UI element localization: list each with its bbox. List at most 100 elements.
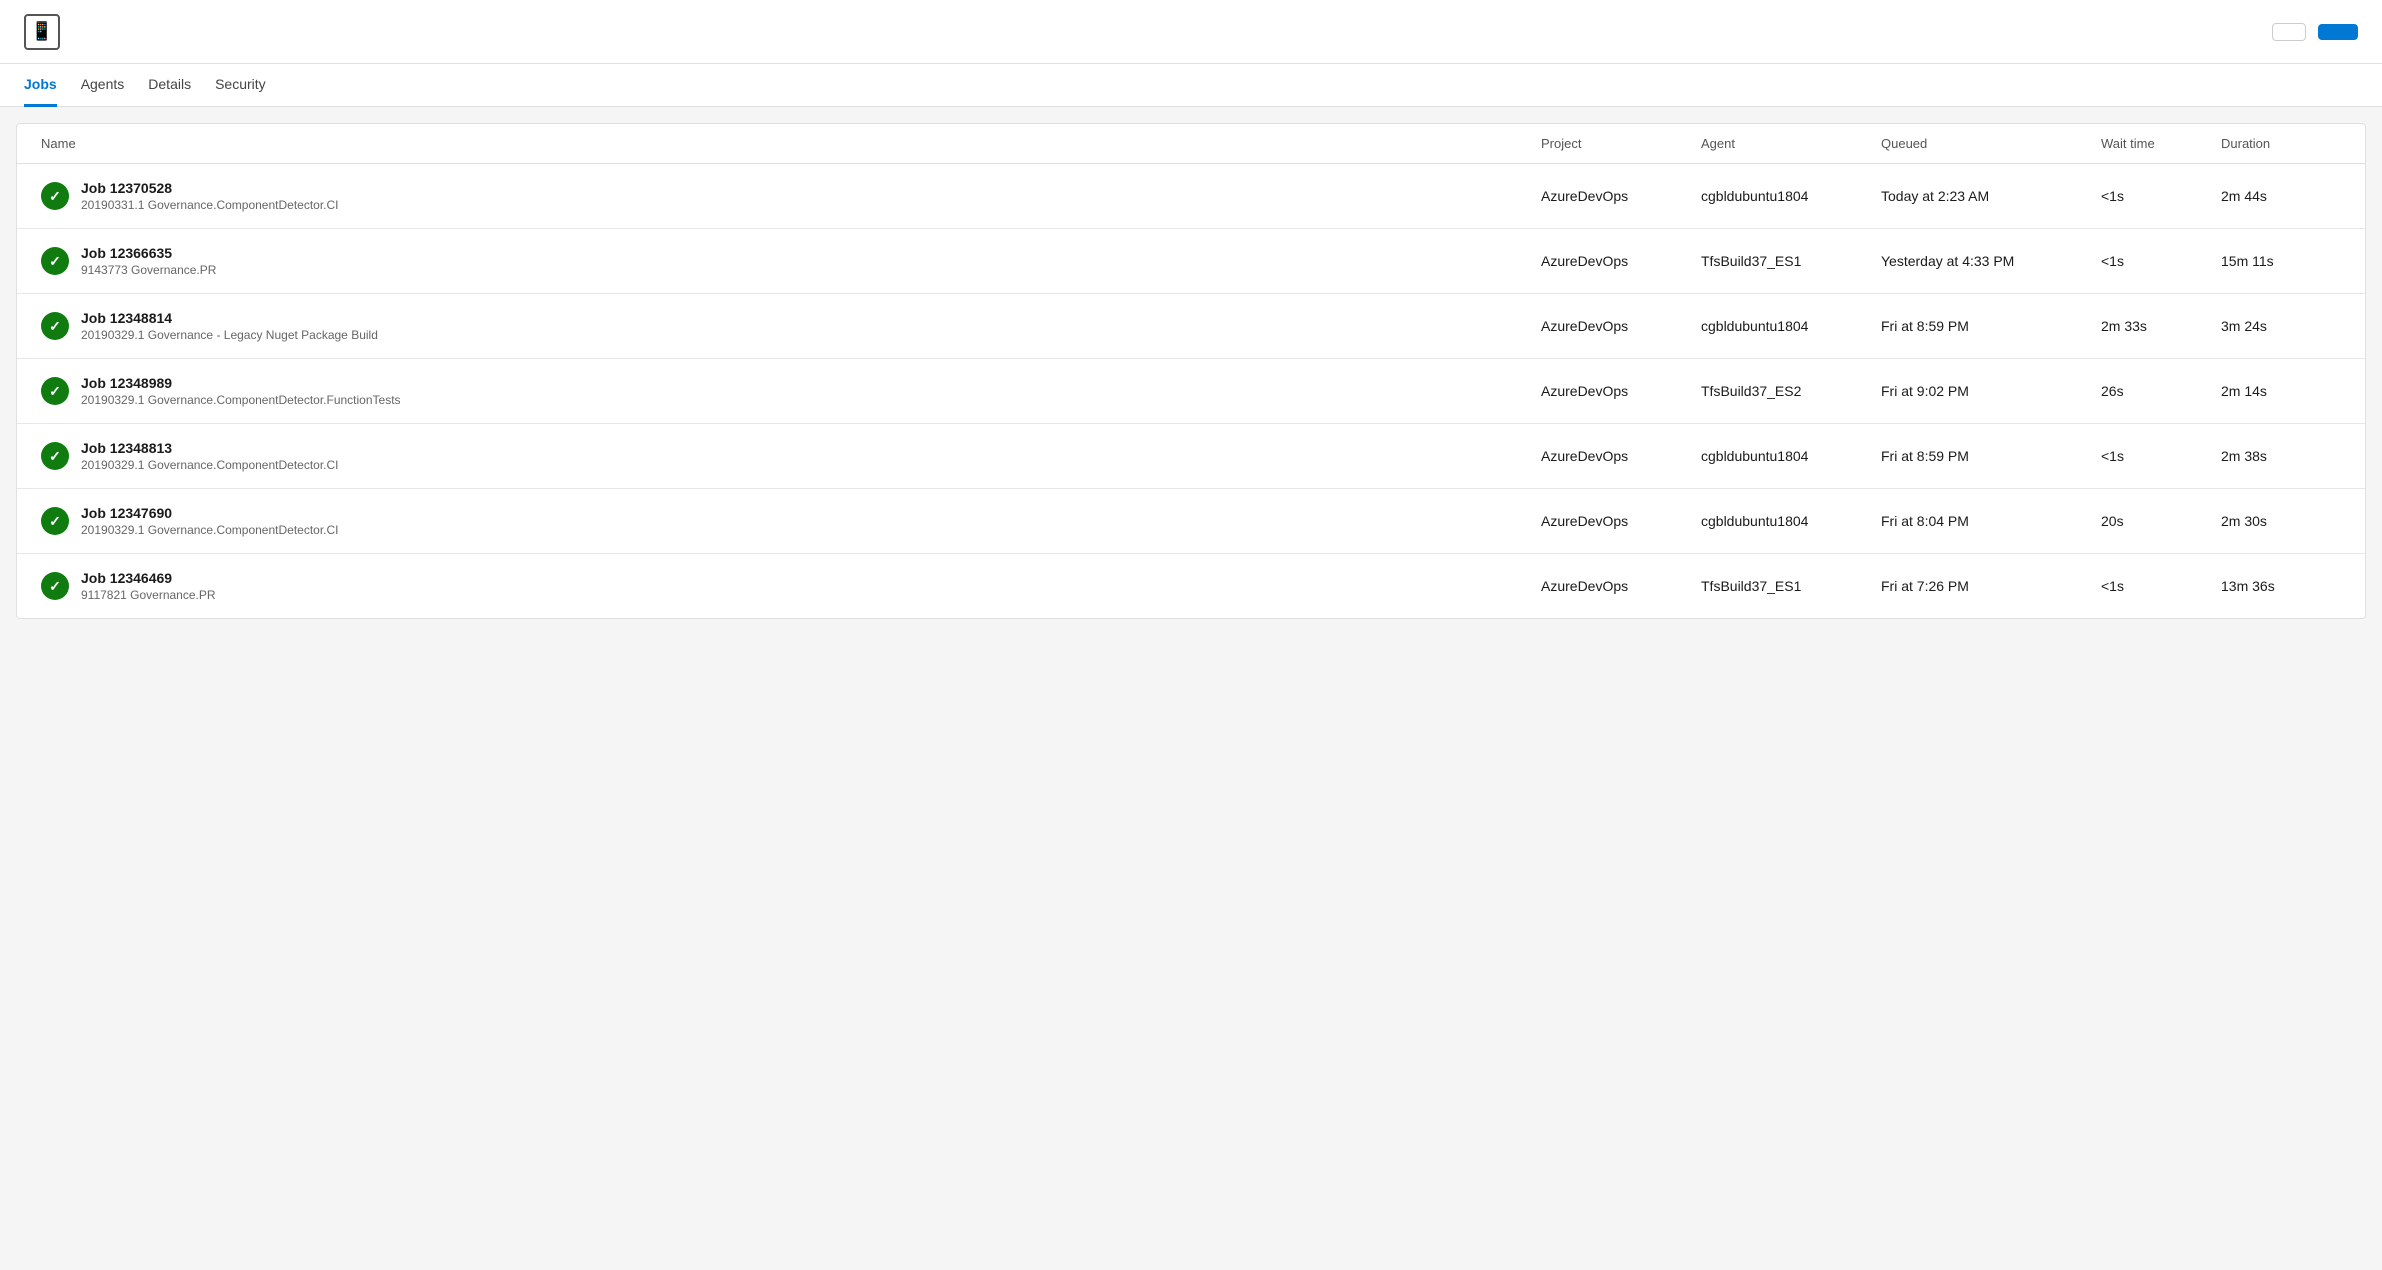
job-meta: 20190329.1 Governance.ComponentDetector.…: [81, 523, 339, 537]
table-row[interactable]: ✓ Job 12366635 9143773 Governance.PR Azu…: [17, 229, 2365, 294]
agent-value: cgbldubuntu1804: [1701, 513, 1881, 529]
job-name: Job 12348989: [81, 375, 401, 391]
agent-value: cgbldubuntu1804: [1701, 188, 1881, 204]
status-icon-success: ✓: [41, 182, 69, 210]
duration-value: 2m 30s: [2221, 513, 2341, 529]
duration-value: 2m 14s: [2221, 383, 2341, 399]
header-left: 📱: [24, 14, 72, 50]
col-agent: Agent: [1701, 136, 1881, 151]
table-header: Name Project Agent Queued Wait time Dura…: [17, 124, 2365, 164]
header-actions: [2272, 23, 2358, 41]
job-meta: 9117821 Governance.PR: [81, 588, 216, 602]
queued-value: Fri at 9:02 PM: [1881, 383, 2101, 399]
job-meta: 20190331.1 Governance.ComponentDetector.…: [81, 198, 339, 212]
duration-value: 2m 44s: [2221, 188, 2341, 204]
tab-agents[interactable]: Agents: [81, 64, 125, 107]
col-wait-time: Wait time: [2101, 136, 2221, 151]
checkmark-icon: ✓: [49, 318, 61, 335]
queued-value: Fri at 8:04 PM: [1881, 513, 2101, 529]
job-name: Job 12366635: [81, 245, 216, 261]
wait-time-value: 2m 33s: [2101, 318, 2221, 334]
agent-value: cgbldubuntu1804: [1701, 448, 1881, 464]
agent-value: cgbldubuntu1804: [1701, 318, 1881, 334]
wait-time-value: <1s: [2101, 578, 2221, 594]
agent-value: TfsBuild37_ES2: [1701, 383, 1881, 399]
job-cell: ✓ Job 12370528 20190331.1 Governance.Com…: [41, 180, 1541, 212]
queued-value: Yesterday at 4:33 PM: [1881, 253, 2101, 269]
job-meta: 20190329.1 Governance.ComponentDetector.…: [81, 458, 339, 472]
job-cell: ✓ Job 12346469 9117821 Governance.PR: [41, 570, 1541, 602]
checkmark-icon: ✓: [49, 253, 61, 270]
col-duration: Duration: [2221, 136, 2341, 151]
job-name: Job 12370528: [81, 180, 339, 196]
job-name: Job 12346469: [81, 570, 216, 586]
table-row[interactable]: ✓ Job 12348814 20190329.1 Governance - L…: [17, 294, 2365, 359]
status-icon-success: ✓: [41, 442, 69, 470]
duration-value: 2m 38s: [2221, 448, 2341, 464]
tab-security[interactable]: Security: [215, 64, 266, 107]
job-cell: ✓ Job 12348989 20190329.1 Governance.Com…: [41, 375, 1541, 407]
duration-value: 15m 11s: [2221, 253, 2341, 269]
project-value: AzureDevOps: [1541, 448, 1701, 464]
project-value: AzureDevOps: [1541, 383, 1701, 399]
status-icon-success: ✓: [41, 572, 69, 600]
queued-value: Fri at 8:59 PM: [1881, 318, 2101, 334]
update-all-agents-button[interactable]: [2272, 23, 2306, 41]
project-value: AzureDevOps: [1541, 188, 1701, 204]
checkmark-icon: ✓: [49, 448, 61, 465]
duration-value: 13m 36s: [2221, 578, 2341, 594]
tab-jobs[interactable]: Jobs: [24, 64, 57, 107]
col-name: Name: [41, 136, 1541, 151]
status-icon-success: ✓: [41, 507, 69, 535]
table-row[interactable]: ✓ Job 12348813 20190329.1 Governance.Com…: [17, 424, 2365, 489]
job-name: Job 12347690: [81, 505, 339, 521]
status-icon-success: ✓: [41, 312, 69, 340]
app-header: 📱: [0, 0, 2382, 64]
job-info: Job 12348813 20190329.1 Governance.Compo…: [81, 440, 339, 472]
table-row[interactable]: ✓ Job 12370528 20190331.1 Governance.Com…: [17, 164, 2365, 229]
job-cell: ✓ Job 12366635 9143773 Governance.PR: [41, 245, 1541, 277]
tab-details[interactable]: Details: [148, 64, 191, 107]
job-meta: 9143773 Governance.PR: [81, 263, 216, 277]
col-project: Project: [1541, 136, 1701, 151]
status-icon-success: ✓: [41, 377, 69, 405]
checkmark-icon: ✓: [49, 513, 61, 530]
checkmark-icon: ✓: [49, 383, 61, 400]
job-cell: ✓ Job 12347690 20190329.1 Governance.Com…: [41, 505, 1541, 537]
job-info: Job 12347690 20190329.1 Governance.Compo…: [81, 505, 339, 537]
wait-time-value: 26s: [2101, 383, 2221, 399]
status-icon-success: ✓: [41, 247, 69, 275]
table-row[interactable]: ✓ Job 12346469 9117821 Governance.PR Azu…: [17, 554, 2365, 618]
job-meta: 20190329.1 Governance.ComponentDetector.…: [81, 393, 401, 407]
job-info: Job 12346469 9117821 Governance.PR: [81, 570, 216, 602]
project-value: AzureDevOps: [1541, 513, 1701, 529]
project-value: AzureDevOps: [1541, 318, 1701, 334]
table-body: ✓ Job 12370528 20190331.1 Governance.Com…: [17, 164, 2365, 618]
main-content: Name Project Agent Queued Wait time Dura…: [16, 123, 2366, 619]
job-name: Job 12348814: [81, 310, 378, 326]
wait-time-value: <1s: [2101, 448, 2221, 464]
project-value: AzureDevOps: [1541, 578, 1701, 594]
project-value: AzureDevOps: [1541, 253, 1701, 269]
job-info: Job 12348989 20190329.1 Governance.Compo…: [81, 375, 401, 407]
new-agent-button[interactable]: [2318, 24, 2358, 40]
job-name: Job 12348813: [81, 440, 339, 456]
table-row[interactable]: ✓ Job 12348989 20190329.1 Governance.Com…: [17, 359, 2365, 424]
queued-value: Fri at 8:59 PM: [1881, 448, 2101, 464]
table-row[interactable]: ✓ Job 12347690 20190329.1 Governance.Com…: [17, 489, 2365, 554]
agent-value: TfsBuild37_ES1: [1701, 578, 1881, 594]
queued-value: Fri at 7:26 PM: [1881, 578, 2101, 594]
nav-tabs: Jobs Agents Details Security: [0, 64, 2382, 107]
col-queued: Queued: [1881, 136, 2101, 151]
job-info: Job 12348814 20190329.1 Governance - Leg…: [81, 310, 378, 342]
job-info: Job 12370528 20190331.1 Governance.Compo…: [81, 180, 339, 212]
app-icon: 📱: [24, 14, 60, 50]
app-icon-symbol: 📱: [31, 21, 53, 42]
job-info: Job 12366635 9143773 Governance.PR: [81, 245, 216, 277]
duration-value: 3m 24s: [2221, 318, 2341, 334]
checkmark-icon: ✓: [49, 188, 61, 205]
checkmark-icon: ✓: [49, 578, 61, 595]
job-meta: 20190329.1 Governance - Legacy Nuget Pac…: [81, 328, 378, 342]
job-cell: ✓ Job 12348814 20190329.1 Governance - L…: [41, 310, 1541, 342]
wait-time-value: 20s: [2101, 513, 2221, 529]
